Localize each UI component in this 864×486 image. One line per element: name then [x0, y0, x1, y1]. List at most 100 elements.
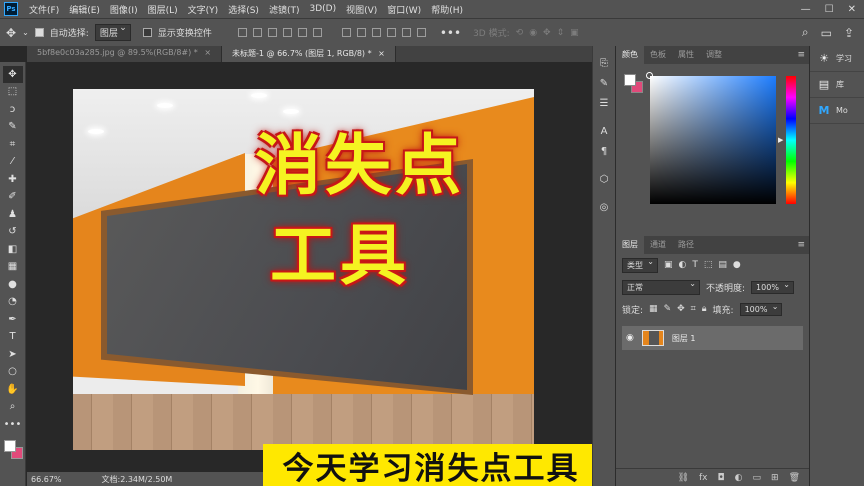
menu-help[interactable]: 帮助(H): [426, 3, 468, 16]
tab-adjustments[interactable]: 调整: [700, 46, 728, 64]
tab-document-2[interactable]: 未标题-1 @ 66.7% (图层 1, RGB/8) * ×: [222, 46, 396, 62]
dodge-icon[interactable]: ◔: [3, 294, 23, 311]
color-swatches[interactable]: [2, 438, 24, 460]
libraries-item[interactable]: ▤ 库: [810, 72, 864, 98]
auto-select-dropdown[interactable]: 图层: [94, 23, 131, 41]
distribute-right-icon[interactable]: [416, 28, 426, 37]
filter-pixel-icon[interactable]: ▣: [664, 260, 673, 270]
maximize-icon[interactable]: ☐: [825, 4, 834, 15]
color-chips[interactable]: [624, 74, 644, 94]
menu-image[interactable]: 图像(I): [105, 3, 143, 16]
align-hcenter-icon[interactable]: [297, 28, 307, 37]
blur-icon[interactable]: ●: [3, 276, 23, 293]
adjustment-layer-icon[interactable]: ◐: [735, 473, 743, 483]
tab-color[interactable]: 颜色: [616, 46, 644, 64]
3d-roll-icon[interactable]: ◉: [529, 28, 537, 38]
foreground-color-chip[interactable]: [624, 74, 636, 86]
layer-name[interactable]: 图层 1: [672, 333, 696, 344]
crop-icon[interactable]: ⌗: [3, 136, 23, 153]
menu-view[interactable]: 视图(V): [341, 3, 382, 16]
zoom-icon[interactable]: ⌕: [3, 399, 23, 416]
panel-menu-icon[interactable]: ≡: [797, 50, 809, 60]
distribute-left-icon[interactable]: [386, 28, 396, 37]
menu-file[interactable]: 文件(F): [24, 3, 64, 16]
color-picker-cursor[interactable]: [646, 72, 653, 79]
panel-menu-icon[interactable]: ≡: [797, 240, 809, 250]
properties-panel-icon[interactable]: ◎: [600, 202, 609, 216]
adjustments-panel-icon[interactable]: ☰: [600, 98, 609, 112]
align-left-icon[interactable]: [282, 28, 292, 37]
canvas-area[interactable]: 消失点 工具: [27, 62, 592, 472]
3d-slide-icon[interactable]: ⇕: [557, 28, 565, 38]
workspace-icon[interactable]: ▭: [821, 26, 832, 40]
lock-position-icon[interactable]: ✥: [677, 304, 685, 314]
marquee-icon[interactable]: ⬚: [3, 84, 23, 101]
move-tool-preset-icon[interactable]: ✥: [6, 26, 16, 40]
menu-filter[interactable]: 滤镜(T): [264, 3, 305, 16]
tab-close-icon[interactable]: ×: [204, 48, 211, 57]
menu-3d[interactable]: 3D(D): [304, 4, 341, 14]
path-select-icon[interactable]: ➤: [3, 346, 23, 363]
ellipse-icon[interactable]: ○: [3, 364, 23, 381]
3d-scale-icon[interactable]: ▣: [570, 28, 579, 38]
lock-all-icon[interactable]: 🔒︎: [702, 304, 707, 314]
distribute-top-icon[interactable]: [341, 28, 351, 37]
healing-brush-icon[interactable]: ✚: [3, 171, 23, 188]
menu-edit[interactable]: 编辑(E): [64, 3, 105, 16]
lasso-icon[interactable]: ↄ: [3, 101, 23, 118]
tab-paths[interactable]: 路径: [672, 236, 700, 254]
document-size[interactable]: 文档:2.34M/2.50M: [102, 474, 173, 485]
layer-row[interactable]: ◉ 图层 1: [622, 326, 803, 350]
3d-panel-icon[interactable]: ⬡: [600, 174, 609, 188]
more-options-icon[interactable]: •••: [440, 26, 461, 40]
filter-shape-icon[interactable]: ⬚: [704, 260, 713, 270]
character-panel-icon[interactable]: A: [601, 126, 608, 140]
filter-type-icon[interactable]: T: [692, 260, 698, 270]
eyedropper-icon[interactable]: ⁄: [3, 154, 23, 171]
opacity-input[interactable]: 100%: [751, 280, 794, 294]
align-bottom-icon[interactable]: [267, 28, 277, 37]
quick-select-icon[interactable]: ✎: [3, 119, 23, 136]
menu-select[interactable]: 选择(S): [223, 3, 264, 16]
menu-window[interactable]: 窗口(W): [382, 3, 426, 16]
visibility-eye-icon[interactable]: ◉: [626, 333, 634, 343]
tab-channels[interactable]: 通道: [644, 236, 672, 254]
layer-style-icon[interactable]: fx: [699, 473, 708, 483]
chevron-down-icon[interactable]: ⌄: [22, 28, 29, 37]
lock-image-icon[interactable]: ✎: [664, 304, 672, 314]
gradient-icon[interactable]: ▦: [3, 259, 23, 276]
learn-item[interactable]: ☀ 学习: [810, 46, 864, 72]
history-panel-icon[interactable]: ⎘: [600, 58, 608, 72]
brush-icon[interactable]: ✐: [3, 189, 23, 206]
new-group-icon[interactable]: ▭: [753, 473, 762, 483]
filter-adjustment-icon[interactable]: ◐: [679, 260, 687, 270]
tab-swatches[interactable]: 色板: [644, 46, 672, 64]
hue-slider[interactable]: [786, 76, 796, 204]
tab-document-1[interactable]: 5bf8e0c03a285.jpg @ 89.5%(RGB/8#) * ×: [27, 46, 223, 62]
distribute-hcenter-icon[interactable]: [401, 28, 411, 37]
more-tools-icon[interactable]: •••: [3, 416, 23, 433]
tab-close-icon[interactable]: ×: [378, 49, 385, 58]
distribute-vcenter-icon[interactable]: [356, 28, 366, 37]
hand-icon[interactable]: ✋: [3, 381, 23, 398]
lock-artboard-icon[interactable]: ⌗: [691, 304, 696, 314]
hue-slider-handle[interactable]: ▶: [778, 136, 783, 144]
3d-pan-icon[interactable]: ✥: [543, 28, 551, 38]
eraser-icon[interactable]: ◧: [3, 241, 23, 258]
zoom-level[interactable]: 66.67%: [31, 475, 62, 484]
color-picker-field[interactable]: [650, 76, 776, 204]
link-layers-icon[interactable]: ⛓: [678, 473, 689, 483]
brush-settings-icon[interactable]: ✎: [600, 78, 608, 92]
auto-select-checkbox[interactable]: [34, 28, 44, 37]
minimize-icon[interactable]: —: [801, 4, 811, 15]
share-icon[interactable]: ⇪: [844, 26, 854, 40]
show-transform-checkbox[interactable]: [142, 28, 152, 37]
modifier-item[interactable]: M Mo: [810, 98, 864, 124]
type-icon[interactable]: T: [3, 329, 23, 346]
move-icon[interactable]: ✥: [2, 66, 23, 83]
align-right-icon[interactable]: [312, 28, 322, 37]
menu-type[interactable]: 文字(Y): [183, 3, 224, 16]
search-icon[interactable]: ⌕: [802, 25, 809, 40]
stamp-icon[interactable]: ♟: [3, 206, 23, 223]
add-mask-icon[interactable]: ◘: [718, 473, 725, 483]
